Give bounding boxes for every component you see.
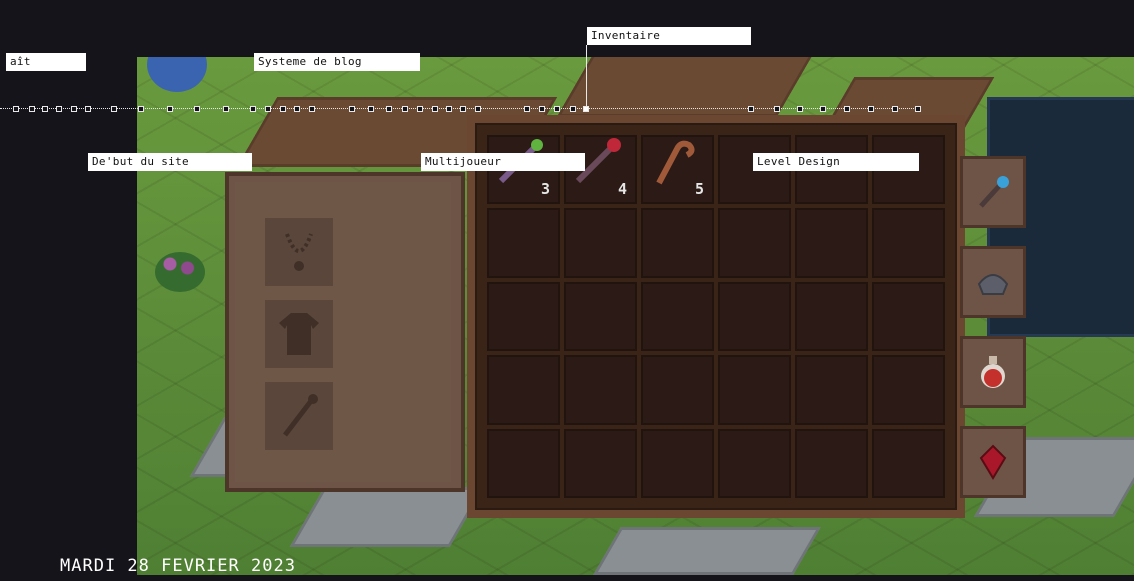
timeline-marker[interactable] [56,106,62,112]
inventory-slot[interactable] [487,208,560,278]
timeline-marker[interactable] [250,106,256,112]
inventory-slot[interactable] [641,428,714,498]
timeline-marker[interactable] [524,106,530,112]
item-quantity: 5 [694,180,704,199]
timeline-track [0,106,921,112]
inventory-slot[interactable] [564,428,637,498]
timeline-marker[interactable] [368,106,374,112]
timeline-marker[interactable] [583,106,589,112]
timeline-marker[interactable] [475,106,481,112]
timeline-marker[interactable] [539,106,545,112]
inventory-slot[interactable] [872,428,945,498]
timeline-stem [586,45,587,108]
timeline-label-ait[interactable]: aît [6,53,86,71]
timeline-label-level-design[interactable]: Level Design [753,153,919,171]
timeline-marker[interactable] [71,106,77,112]
inventory-slot[interactable] [872,281,945,352]
timeline-marker[interactable] [42,106,48,112]
timeline-marker[interactable] [460,106,466,112]
weapon-slot[interactable] [265,382,333,450]
timeline-label-blog[interactable]: Systeme de blog [254,53,420,71]
timeline-marker[interactable] [309,106,315,112]
inventory-slot[interactable] [872,355,945,425]
blue-wand-icon [979,176,1009,208]
timeline-label-inventaire[interactable]: Inventaire [587,27,751,45]
timeline-marker[interactable] [892,106,898,112]
timeline-marker[interactable] [748,106,754,112]
armor-helmet-icon [977,274,1009,295]
inventory-slot[interactable] [718,281,791,352]
timeline-marker[interactable] [29,106,35,112]
inventory-slot[interactable] [872,208,945,278]
inventory-slot[interactable] [795,355,868,425]
timeline-marker[interactable] [223,106,229,112]
inventory-slot[interactable]: 5 [641,135,714,205]
inventory-slot[interactable] [641,281,714,352]
quick-slot[interactable] [960,246,1026,318]
inventory-slot[interactable] [487,281,560,352]
timeline-marker[interactable] [194,106,200,112]
wand-slot-icon [283,394,318,437]
item-quantity: 3 [540,180,550,199]
inventory-slot[interactable] [564,208,637,278]
timeline-marker[interactable] [797,106,803,112]
timeline-marker[interactable] [432,106,438,112]
necklace-slot[interactable] [265,218,333,286]
timeline-marker[interactable] [915,106,921,112]
red-potion-icon [981,356,1005,388]
quick-slot[interactable] [960,426,1026,498]
scene: 3 4 5 aît Systeme de blog Inventaire De'… [0,0,1134,581]
quick-slot[interactable] [960,156,1026,228]
timeline-marker[interactable] [265,106,271,112]
equipment-panel-inner [235,182,451,482]
inventory-slot[interactable] [795,428,868,498]
current-date: MARDI 28 FEVRIER 2023 [60,556,296,576]
timeline-marker[interactable] [844,106,850,112]
timeline-marker[interactable] [294,106,300,112]
inventory-slot[interactable] [564,355,637,425]
tunic-slot-icon [279,313,319,355]
timeline-marker[interactable] [570,106,576,112]
timeline-marker[interactable] [167,106,173,112]
timeline-marker[interactable] [820,106,826,112]
inventory-slot[interactable] [641,355,714,425]
timeline-marker[interactable] [280,106,286,112]
timeline-marker[interactable] [446,106,452,112]
timeline-marker[interactable] [111,106,117,112]
timeline-marker[interactable] [386,106,392,112]
timeline-marker[interactable] [868,106,874,112]
timeline-marker[interactable] [774,106,780,112]
timeline-marker[interactable] [13,106,19,112]
inventory-slot[interactable] [487,428,560,498]
timeline-marker[interactable] [349,106,355,112]
inventory-slot[interactable] [718,428,791,498]
inventory-slot[interactable] [795,281,868,352]
equipment-panel [225,172,465,492]
stone-slab [593,527,821,575]
timeline-marker[interactable] [417,106,423,112]
item-quantity: 4 [617,180,627,199]
inventory-slot[interactable] [641,208,714,278]
timeline-marker[interactable] [85,106,91,112]
inventory-panel: 3 4 5 [467,115,965,518]
inventory-slot[interactable] [795,208,868,278]
inventory-slot[interactable] [487,355,560,425]
red-gem-icon [979,444,1007,480]
timeline-marker[interactable] [402,106,408,112]
timeline-label-multijoueur[interactable]: Multijoueur [421,153,585,171]
timeline-marker[interactable] [138,106,144,112]
flower-bush [155,252,205,292]
tunic-slot[interactable] [265,300,333,368]
quick-slot[interactable] [960,336,1026,408]
timeline-label-debut[interactable]: De'but du site [88,153,252,171]
necklace-slot-icon [285,233,313,271]
inventory-slot[interactable] [718,355,791,425]
inventory-grid: 3 4 5 [487,135,945,498]
inventory-slot[interactable] [564,281,637,352]
inventory-slot[interactable] [718,208,791,278]
timeline-marker[interactable] [554,106,560,112]
